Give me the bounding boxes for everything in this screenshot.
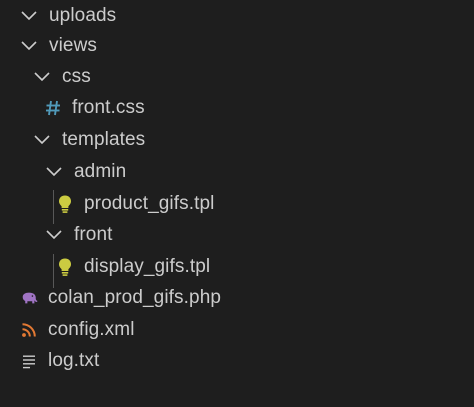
rss-icon <box>20 320 38 340</box>
lightbulb-icon <box>56 194 74 214</box>
folder-views[interactable]: views <box>0 30 474 62</box>
file-label: log.txt <box>48 350 100 371</box>
chevron-down-icon <box>33 68 51 86</box>
file-label: colan_prod_gifs.php <box>48 287 222 308</box>
folder-label: uploads <box>49 5 117 26</box>
file-label: product_gifs.tpl <box>84 193 215 214</box>
file-explorer-tree: uploads views css front.css templates ad… <box>0 0 474 407</box>
file-colan-prod-gifs-php[interactable]: colan_prod_gifs.php <box>0 282 474 314</box>
lightbulb-icon <box>56 257 74 277</box>
file-front-css[interactable]: front.css <box>0 92 474 124</box>
folder-label: front <box>74 224 113 245</box>
folder-admin[interactable]: admin <box>0 156 474 188</box>
folder-label: admin <box>74 161 127 182</box>
file-log-txt[interactable]: log.txt <box>0 345 474 377</box>
chevron-down-icon <box>45 226 63 244</box>
hash-icon <box>44 98 62 118</box>
chevron-down-icon <box>45 163 63 181</box>
file-product-gifs-tpl[interactable]: product_gifs.tpl <box>0 188 474 220</box>
chevron-down-icon <box>20 37 38 55</box>
file-label: config.xml <box>48 319 135 340</box>
folder-label: views <box>49 35 98 56</box>
chevron-down-icon <box>33 131 51 149</box>
folder-css[interactable]: css <box>0 61 474 93</box>
file-label: front.css <box>72 97 145 118</box>
folder-uploads[interactable]: uploads <box>0 0 474 32</box>
elephant-icon <box>20 288 38 308</box>
chevron-down-icon <box>20 7 38 25</box>
folder-templates[interactable]: templates <box>0 124 474 156</box>
folder-front[interactable]: front <box>0 219 474 251</box>
file-config-xml[interactable]: config.xml <box>0 314 474 346</box>
text-lines-icon <box>20 351 38 371</box>
file-display-gifs-tpl[interactable]: display_gifs.tpl <box>0 251 474 283</box>
folder-label: css <box>62 66 91 87</box>
file-label: display_gifs.tpl <box>84 256 211 277</box>
folder-label: templates <box>62 129 146 150</box>
